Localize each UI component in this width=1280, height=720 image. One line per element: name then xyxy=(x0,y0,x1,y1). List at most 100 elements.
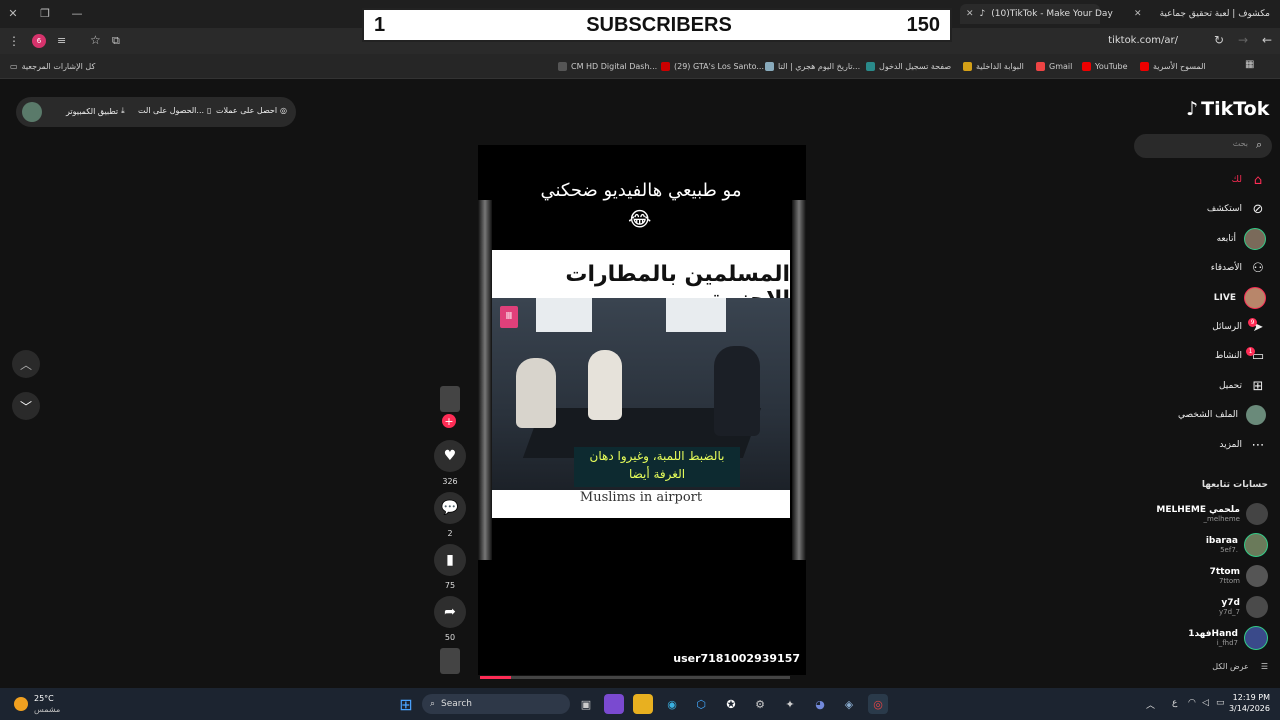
extensions-icon[interactable]: ≡ xyxy=(57,34,66,47)
windows-start-icon[interactable]: ⊞ xyxy=(396,694,416,714)
window-light xyxy=(536,298,592,332)
following-avatar xyxy=(1244,228,1266,250)
followed-account[interactable]: y7d y7d_7 xyxy=(1219,593,1268,621)
nav-live[interactable]: LIVE xyxy=(1214,287,1266,309)
creator-avatar[interactable] xyxy=(440,386,460,412)
follow-plus-icon[interactable]: + xyxy=(442,414,456,428)
share-page-icon[interactable]: ⧉ xyxy=(112,34,120,48)
nav-activity[interactable]: النشاط ▭ xyxy=(1215,345,1266,367)
tab-makshouf[interactable]: ✕ مكشوف | لعبة تحقيق جماعية xyxy=(1110,4,1270,24)
steam-icon[interactable]: ◈ xyxy=(839,694,859,714)
upload-icon: ⊞ xyxy=(1252,378,1264,394)
video-side-blur xyxy=(792,200,806,560)
search-icon[interactable]: ⌕ xyxy=(1256,138,1262,152)
minimize-window-icon[interactable]: — xyxy=(70,6,84,20)
nav-upload[interactable]: تحميل ⊞ xyxy=(1219,375,1266,397)
weather-sun-icon[interactable] xyxy=(14,697,28,711)
clock-date[interactable]: 3/14/2026 xyxy=(1228,704,1270,713)
followed-account[interactable]: MELHEME ملحمي _melheme xyxy=(1156,500,1268,528)
app-icon[interactable]: ✦ xyxy=(780,694,800,714)
nav-explore[interactable]: استكشف ⊘ xyxy=(1207,198,1266,220)
nav-for-you[interactable]: لك ⌂ xyxy=(1232,169,1266,191)
bookmark-item[interactable]: CM HD Digital Dash... xyxy=(558,58,657,74)
nav-profile[interactable]: الملف الشخصي xyxy=(1178,404,1266,426)
save-button[interactable]: ▮ xyxy=(434,544,466,576)
app-icon[interactable]: ⚙ xyxy=(750,694,770,714)
forward-icon[interactable]: → xyxy=(1238,33,1248,47)
previous-video-button[interactable]: ︿ xyxy=(12,350,40,378)
tray-chevron-up-icon[interactable]: ︿ xyxy=(1146,698,1155,711)
file-explorer-icon[interactable] xyxy=(633,694,653,714)
user-avatar[interactable] xyxy=(22,102,42,122)
weather-temp: 25°C xyxy=(34,694,54,703)
video-author[interactable]: user7181002939157 xyxy=(600,652,800,665)
bookmark-icon: ▮ xyxy=(446,552,454,568)
music-disc-icon[interactable] xyxy=(440,648,460,674)
comment-button[interactable]: 💬 xyxy=(434,492,466,524)
search-input[interactable]: بحث xyxy=(1140,139,1248,148)
tab-tiktok[interactable]: ✕ ♪ (10)TikTok - Make Your Day xyxy=(960,4,1113,24)
following-accounts-title: حسابات تتابعها xyxy=(1201,480,1268,490)
bookmark-item[interactable]: صفحة تسجيل الدخول xyxy=(866,58,951,74)
discord-icon[interactable]: ◕ xyxy=(810,694,830,714)
followed-account[interactable]: فهد1Hand i_fhd7 xyxy=(1188,624,1268,652)
pc-app-link[interactable]: تطبيق الكمبيوتر ⤓ xyxy=(66,106,125,116)
followed-account[interactable]: ibaraa 5ef7. xyxy=(1206,531,1268,559)
profile-avatar-icon[interactable]: 6 xyxy=(32,34,46,48)
bookmark-item[interactable]: تاريخ اليوم هجري | التا... xyxy=(765,58,860,74)
bookmark-item[interactable]: البوابة الداخلية xyxy=(963,58,1024,74)
tiktok-logo[interactable]: ♪ TikTok xyxy=(1186,98,1269,120)
gmail-favicon xyxy=(1036,61,1045,71)
taskbar-search[interactable]: ⌕ Search xyxy=(422,694,570,714)
volume-icon[interactable]: ◁ xyxy=(1202,698,1209,708)
battery-icon[interactable]: ▭ xyxy=(1216,698,1225,708)
apps-grid-icon[interactable]: ▦ xyxy=(1245,59,1254,70)
nav-following[interactable]: أتابعه xyxy=(1217,228,1266,250)
all-bookmarks[interactable]: ▭ كل الإشارات المرجعية xyxy=(10,58,95,74)
bookmark-item[interactable]: المسوح الأسرية xyxy=(1140,58,1206,74)
youtube-favicon xyxy=(1082,61,1091,71)
video-english-caption: Muslims in airport xyxy=(579,490,703,505)
restore-window-icon[interactable]: ❐ xyxy=(38,6,52,20)
home-icon: ⌂ xyxy=(1253,172,1263,188)
nav-friends[interactable]: الأصدقاء ⚇ xyxy=(1211,257,1266,279)
app-icon[interactable]: ✪ xyxy=(721,694,741,714)
back-icon[interactable]: ← xyxy=(1262,33,1272,47)
menu-dots-icon[interactable]: ⋮ xyxy=(8,34,20,48)
video-side-blur xyxy=(478,200,492,560)
close-tab-icon[interactable]: ✕ xyxy=(1134,9,1142,19)
video-progress-fill xyxy=(480,676,511,679)
close-window-icon[interactable]: ✕ xyxy=(6,6,20,20)
copilot-icon[interactable] xyxy=(604,694,624,714)
followed-account[interactable]: 7ttom 7ttom xyxy=(1210,562,1268,590)
bookmark-item[interactable]: Gmail xyxy=(1036,58,1072,74)
close-tab-icon[interactable]: ✕ xyxy=(966,9,974,19)
task-view-icon[interactable]: ▣ xyxy=(576,694,596,714)
clock-time[interactable]: 12:19 PM xyxy=(1228,693,1270,702)
url-field[interactable]: tiktok.com/ar/ xyxy=(1040,35,1178,46)
edge-icon[interactable]: ◉ xyxy=(662,694,682,714)
bookmark-item[interactable]: YouTube xyxy=(1082,58,1128,74)
weather-desc: مشمس xyxy=(34,705,61,714)
reload-icon[interactable]: ↻ xyxy=(1214,33,1224,47)
app-icon[interactable]: ⬡ xyxy=(691,694,711,714)
get-app-link[interactable]: الحصول على الت... ▯ xyxy=(138,106,211,115)
get-coins-link[interactable]: احصل على عملات ◎ xyxy=(216,106,287,115)
bookmark-star-icon[interactable]: ☆ xyxy=(90,33,101,47)
input-language[interactable]: ع xyxy=(1172,698,1177,708)
like-button[interactable]: ♥ xyxy=(434,440,466,472)
nav-messages[interactable]: الرسائل ➤ xyxy=(1212,316,1266,338)
pause-icon: Ⅲ xyxy=(500,306,518,328)
share-button[interactable]: ➦ xyxy=(434,596,466,628)
person-shape xyxy=(714,346,760,436)
bookmark-item[interactable]: (29) GTA's Los Santo... xyxy=(661,58,764,74)
video-progress-bar[interactable] xyxy=(480,676,790,679)
wifi-icon[interactable]: ◠ xyxy=(1188,698,1196,708)
bookmark-favicon xyxy=(866,61,875,71)
tab-label: (10)TikTok - Make Your Day xyxy=(991,9,1113,19)
next-video-button[interactable]: ﹀ xyxy=(12,392,40,420)
chrome-icon[interactable]: ◎ xyxy=(868,694,888,714)
nav-more[interactable]: المزيد ⋯ xyxy=(1219,434,1266,456)
tiktok-favicon: ♪ xyxy=(979,9,986,19)
see-all-link[interactable]: عرض الكل ☰ xyxy=(1212,662,1268,671)
